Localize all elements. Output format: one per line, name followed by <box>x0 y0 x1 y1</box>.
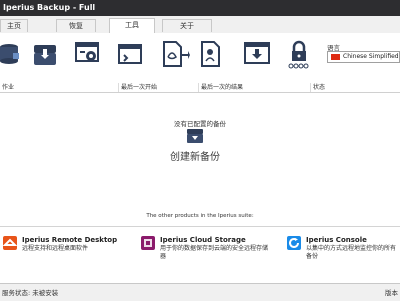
version-label[interactable]: 版本 <box>385 287 398 297</box>
create-backup-icon[interactable] <box>185 126 205 146</box>
remote-desktop-icon <box>2 236 18 250</box>
app-title: Iperius Backup - Full <box>3 3 96 12</box>
service-status: 服务状态: 未被安装 <box>2 289 59 297</box>
language-selected: Chinese Simplified <box>343 53 399 60</box>
divider <box>0 226 400 227</box>
col-status[interactable]: 状态 <box>310 83 400 92</box>
tab-tools[interactable]: 工具 <box>109 18 155 33</box>
product-desc: 用于你的数据保存到云端的安全远程存储器 <box>160 245 269 260</box>
language-select[interactable]: Chinese Simplified <box>327 51 400 63</box>
tab-about[interactable]: 关于 <box>162 19 212 32</box>
product-name: Iperius Console <box>306 236 367 244</box>
col-last-start[interactable]: 最后一次开始 <box>118 83 198 92</box>
pdf-export-icon[interactable] <box>160 39 190 69</box>
tab-strip: 主页 恢复 工具 关于 <box>0 16 400 34</box>
table-header: 作业 最后一次开始 最后一次的结果 状态 <box>0 83 400 93</box>
cloud-storage-icon <box>141 236 155 250</box>
window-tool-icon[interactable] <box>118 39 148 69</box>
col-last-result[interactable]: 最后一次的结果 <box>198 83 310 92</box>
product-name: Iperius Remote Desktop <box>22 236 118 244</box>
china-flag-icon <box>331 54 340 60</box>
settings-window-icon[interactable] <box>74 39 104 69</box>
tab-home[interactable]: 主页 <box>0 19 28 32</box>
download-window-icon[interactable] <box>243 39 273 69</box>
pdf-settings-icon[interactable] <box>198 39 228 69</box>
product-desc: 以集中的方式远程地监控你的所有备份 <box>306 245 397 260</box>
password-lock-icon[interactable] <box>285 39 315 69</box>
status-bar: 服务状态: 未被安装 版本 <box>0 283 400 301</box>
backup-tool-icon[interactable] <box>31 39 61 69</box>
product-desc: 远程支持和远程桌面软件 <box>22 245 89 252</box>
title-bar: Iperius Backup - Full <box>0 0 400 16</box>
product-name: Iperius Cloud Storage <box>160 236 246 244</box>
create-backup-link[interactable]: 创建新备份 <box>0 148 390 163</box>
toolbar: 语言 Chinese Simplified <box>0 33 400 84</box>
database-tool-icon[interactable] <box>0 39 30 69</box>
console-icon <box>287 236 301 250</box>
other-products-heading: The other products in the Iperius suite: <box>146 213 254 219</box>
tab-restore[interactable]: 恢复 <box>56 19 96 32</box>
col-job[interactable]: 作业 <box>0 83 118 92</box>
